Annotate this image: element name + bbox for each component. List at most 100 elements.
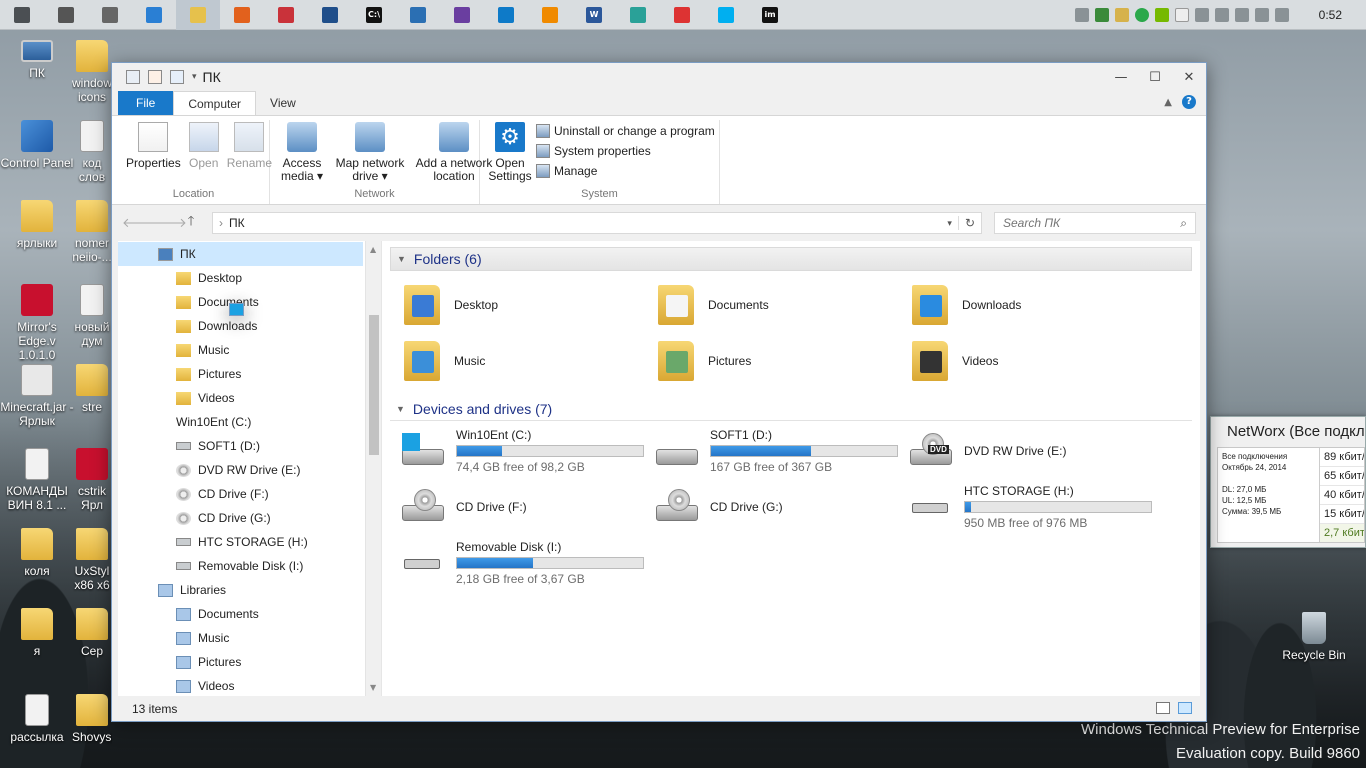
nav-item[interactable]: HTC STORAGE (H:) xyxy=(118,530,363,554)
desktop-icon[interactable]: Mirror's Edge.v 1.0.1.0 xyxy=(0,284,74,362)
usb-icon[interactable] xyxy=(1194,7,1209,22)
notification-icon[interactable] xyxy=(1074,7,1089,22)
desktop-icon[interactable]: КОМАНДЫ ВИН 8.1 ... xyxy=(0,448,74,512)
scroll-down-arrow-icon[interactable]: ▼ xyxy=(370,683,376,692)
taskbar-button[interactable] xyxy=(528,0,572,30)
new-folder-quick-icon[interactable] xyxy=(170,70,184,84)
desktop-icon[interactable]: window icons xyxy=(72,40,112,104)
drive-tile[interactable]: Win10Ent (C:) 74,4 GB free of 98,2 GB xyxy=(390,423,644,479)
nav-item[interactable]: Videos xyxy=(118,386,363,410)
nav-item[interactable]: Music xyxy=(118,626,363,650)
desktop-icon[interactable]: Minecraft.jar - Ярлык xyxy=(0,364,74,428)
details-view-icon[interactable] xyxy=(1156,702,1170,714)
networx-widget[interactable]: NetWorx (Все подключения) Все подключени… xyxy=(1210,416,1366,548)
taskbar-button[interactable] xyxy=(484,0,528,30)
desktop-icon[interactable]: я xyxy=(0,608,74,658)
taskbar-button[interactable]: C:\ xyxy=(352,0,396,30)
nav-item[interactable]: DVD RW Drive (E:) xyxy=(118,458,363,482)
nav-item[interactable]: Win10Ent (C:) xyxy=(118,303,363,434)
scroll-thumb[interactable] xyxy=(369,315,379,455)
drive-tile[interactable]: CD Drive (G:) xyxy=(644,479,898,535)
nav-item[interactable]: Music xyxy=(118,338,363,362)
desktop-icon[interactable]: рассылка xyxy=(0,694,74,744)
security-icon[interactable] xyxy=(1094,7,1109,22)
folder-tile[interactable]: Music xyxy=(390,333,644,389)
nav-item[interactable]: Documents xyxy=(118,602,363,626)
chevron-down-icon[interactable]: ▾ xyxy=(947,218,952,229)
uninstall-button[interactable]: Uninstall or change a program xyxy=(536,124,715,138)
drive-tile[interactable]: DVD DVD RW Drive (E:) xyxy=(898,423,1152,479)
computer-icon[interactable] xyxy=(126,70,140,84)
folder-tile[interactable]: Desktop xyxy=(390,277,644,333)
close-button[interactable]: ✕ xyxy=(1172,63,1206,91)
collapse-chevron-icon[interactable]: ▼ xyxy=(397,254,406,264)
taskbar-button[interactable] xyxy=(440,0,484,30)
drive-tile[interactable]: Removable Disk (I:) 2,18 GB free of 3,67 … xyxy=(390,535,644,591)
taskbar-button[interactable] xyxy=(44,0,88,30)
manage-button[interactable]: Manage xyxy=(536,164,715,178)
network-icon[interactable] xyxy=(1214,7,1229,22)
desktop-icon[interactable]: новый дум xyxy=(72,284,112,348)
drives-group-header[interactable]: ▼ Devices and drives (7) xyxy=(390,397,1192,421)
volume-icon[interactable] xyxy=(1274,7,1289,22)
nav-item[interactable]: Videos xyxy=(118,674,363,696)
help-icon[interactable]: ? xyxy=(1182,95,1196,109)
taskbar-button[interactable] xyxy=(396,0,440,30)
nav-item[interactable]: CD Drive (G:) xyxy=(118,506,363,530)
system-properties-button[interactable]: System properties xyxy=(536,144,715,158)
properties-button[interactable]: Properties xyxy=(122,120,185,188)
refresh-icon[interactable]: ↻ xyxy=(957,216,975,230)
title-bar[interactable]: ▾ ПК — ☐ ✕ xyxy=(112,63,1206,91)
recycle-bin[interactable]: Recycle Bin xyxy=(1276,612,1352,662)
clock[interactable]: 0:52 xyxy=(1319,8,1342,22)
folder-tile[interactable]: Downloads xyxy=(898,277,1152,333)
desktop-icon[interactable]: cstrik Ярл xyxy=(72,448,112,512)
taskbar-button[interactable] xyxy=(132,0,176,30)
nav-item[interactable]: Removable Disk (I:) xyxy=(118,554,363,578)
tab-view[interactable]: View xyxy=(256,91,310,115)
taskbar-button[interactable] xyxy=(660,0,704,30)
clipboard-icon[interactable] xyxy=(1114,7,1129,22)
nav-scrollbar[interactable]: ▲ ▼ xyxy=(365,241,381,696)
desktop-icon[interactable]: Control Panel xyxy=(0,120,74,170)
nav-item[interactable]: Desktop xyxy=(118,266,363,290)
map-network-drive-button[interactable]: Map network drive ▾ xyxy=(330,120,410,188)
desktop-icon[interactable]: Сер xyxy=(72,608,112,658)
desktop-icon[interactable]: ярлыки xyxy=(0,200,74,250)
nav-item[interactable]: Pictures xyxy=(118,650,363,674)
collapse-chevron-icon[interactable]: ▼ xyxy=(396,404,405,414)
blank-icon[interactable] xyxy=(1174,7,1189,22)
search-input[interactable] xyxy=(1003,216,1181,230)
open-button[interactable]: Open xyxy=(185,120,223,188)
taskbar-button[interactable] xyxy=(616,0,660,30)
networx-icon[interactable] xyxy=(1134,7,1149,22)
desktop-icon[interactable]: коля xyxy=(0,528,74,578)
up-arrow-icon[interactable]: 🡑 xyxy=(182,212,200,234)
search-box[interactable]: ⌕ xyxy=(994,212,1196,234)
taskbar-button[interactable] xyxy=(0,0,44,30)
taskbar-button[interactable] xyxy=(308,0,352,30)
maximize-button[interactable]: ☐ xyxy=(1138,63,1172,91)
nav-item[interactable]: SOFT1 (D:) xyxy=(118,434,363,458)
collapse-ribbon-icon[interactable]: ▲ xyxy=(1164,97,1172,108)
desktop-icon[interactable]: ПК xyxy=(0,40,74,80)
quick-access-dropdown-icon[interactable]: ▾ xyxy=(192,72,197,82)
search-icon[interactable]: ⌕ xyxy=(1180,216,1187,231)
forward-arrow-icon[interactable]: 🡒 xyxy=(152,215,187,231)
nvidia-icon[interactable] xyxy=(1154,7,1169,22)
folders-group-header[interactable]: ▼ Folders (6) xyxy=(390,247,1192,271)
drive-tile[interactable]: HTC STORAGE (H:) 950 MB free of 976 MB xyxy=(898,479,1152,535)
tab-computer[interactable]: Computer xyxy=(173,91,257,115)
nav-item[interactable]: ПК xyxy=(118,242,363,266)
taskbar-button[interactable] xyxy=(704,0,748,30)
nav-item[interactable]: Downloads xyxy=(118,314,363,338)
address-bar[interactable]: › ПК ▾ ↻ xyxy=(212,212,982,234)
desktop-icon[interactable]: stre xyxy=(72,364,112,414)
tab-file[interactable]: File xyxy=(118,91,174,115)
access-media-button[interactable]: Access media ▾ xyxy=(274,120,330,188)
folder-tile[interactable]: Documents xyxy=(644,277,898,333)
address-path[interactable]: ПК xyxy=(229,216,941,230)
nav-item[interactable]: CD Drive (F:) xyxy=(118,482,363,506)
nav-item[interactable]: Pictures xyxy=(118,362,363,386)
desktop-icon[interactable]: Shovysha xyxy=(72,694,112,744)
